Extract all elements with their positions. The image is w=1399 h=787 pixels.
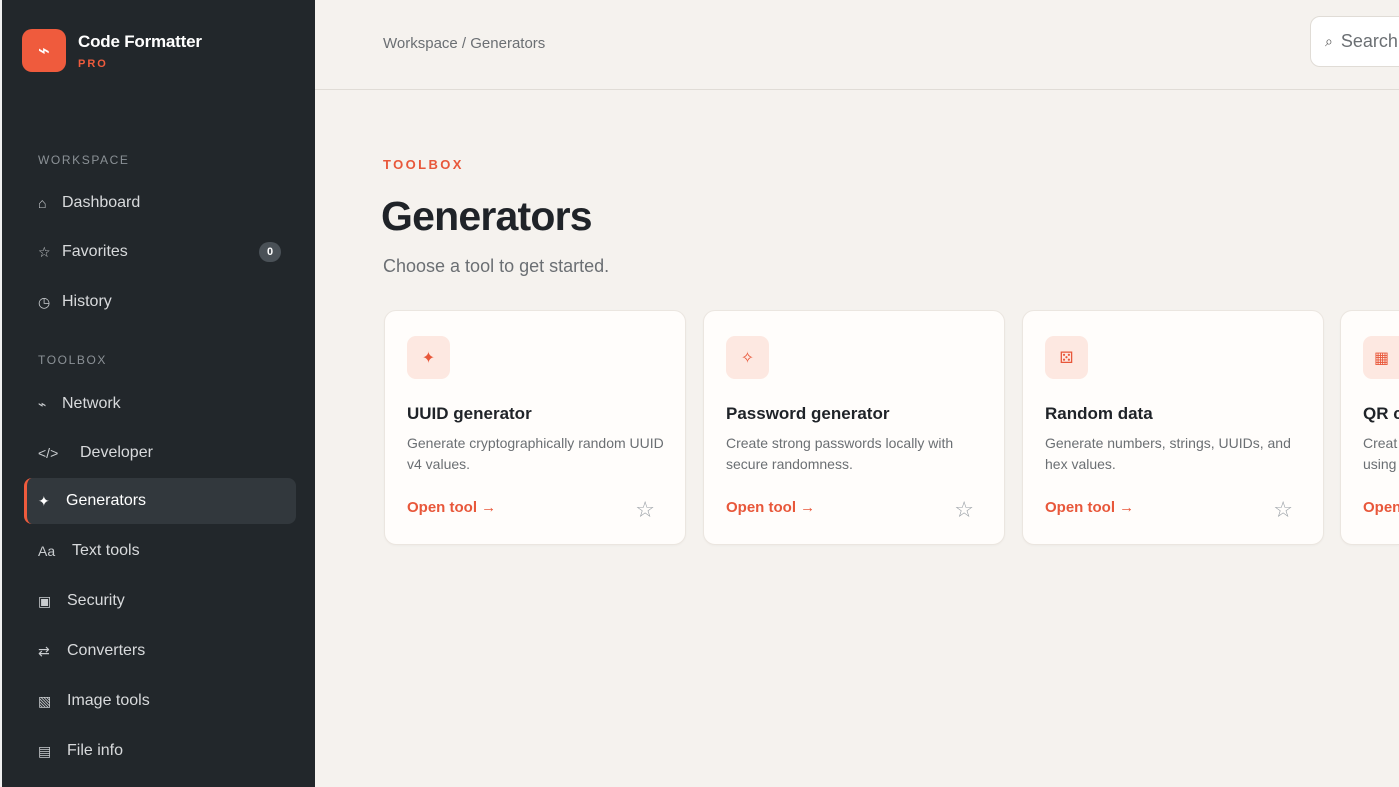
sidebar-item-label: History xyxy=(62,293,112,310)
favorite-star-icon[interactable]: ☆ xyxy=(1273,497,1293,523)
sidebar-item-label: Dashboard xyxy=(62,194,141,211)
text-icon: Aa xyxy=(38,543,56,559)
swap-icon: ⇄ xyxy=(38,642,50,659)
sidebar-item-security[interactable]: ▣ Security xyxy=(24,578,296,624)
search-icon: ⌕ xyxy=(1325,33,1333,49)
page-title: Generators xyxy=(381,193,593,239)
sidebar-item-network[interactable]: ⌁ Network xyxy=(24,381,296,427)
key-sparkle-icon: ✧ xyxy=(726,336,769,379)
favorite-star-icon[interactable]: ☆ xyxy=(954,497,974,523)
breadcrumb: Workspace / Generators xyxy=(383,35,546,52)
sidebar-item-label: Network xyxy=(62,395,121,412)
sparkle-icon: ✦ xyxy=(407,336,450,379)
shield-icon: ▣ xyxy=(38,592,52,609)
code-icon: </> xyxy=(38,445,59,461)
card-description: Create strong passwords locally with sec… xyxy=(726,435,954,472)
sidebar-item-label: File info xyxy=(67,742,124,759)
topbar: Workspace / Generators ⌕ Search xyxy=(315,0,1399,90)
sidebar-item-label: Image tools xyxy=(67,692,150,709)
tool-card-uuid-generator[interactable]: ✦ UUID generator Generate cryptographica… xyxy=(384,310,686,545)
sidebar-item-label: Converters xyxy=(67,642,146,659)
card-description: Creat using xyxy=(1363,435,1398,472)
open-tool-link[interactable]: Open xyxy=(1363,499,1399,516)
search-input[interactable]: ⌕ Search xyxy=(1310,16,1399,67)
open-tool-link[interactable]: Open tool → xyxy=(726,499,815,516)
tool-card-qr-code[interactable]: ▦ QR c Creat using Open xyxy=(1340,310,1399,545)
card-description: Generate cryptographically random UUID v… xyxy=(407,435,664,472)
image-icon: ▧ xyxy=(38,692,52,709)
card-title: UUID generator xyxy=(407,404,532,423)
sidebar-item-developer[interactable]: </> Developer xyxy=(24,430,296,476)
qr-code-icon: ▦ xyxy=(1363,336,1399,379)
page-subtitle: Choose a tool to get started. xyxy=(383,256,610,276)
clock-icon: ◷ xyxy=(38,293,51,310)
file-icon: ▤ xyxy=(38,742,52,759)
search-placeholder: Search xyxy=(1340,31,1398,51)
sidebar-item-label: Developer xyxy=(80,444,153,461)
lightning-logo-icon: ⌁ xyxy=(22,29,66,72)
sidebar-item-label: Text tools xyxy=(72,542,140,559)
sidebar-item-image-tools[interactable]: ▧ Image tools xyxy=(24,678,296,724)
card-title: Password generator xyxy=(726,404,890,423)
sidebar-item-generators[interactable]: ✦ Generators xyxy=(24,478,296,524)
sidebar-item-dashboard[interactable]: ⌂ Dashboard xyxy=(24,180,296,226)
dice-icon: ⚄ xyxy=(1045,336,1088,379)
network-icon: ⌁ xyxy=(38,395,47,412)
sidebar-item-history[interactable]: ◷ History xyxy=(24,279,296,325)
tool-card-password-generator[interactable]: ✧ Password generator Create strong passw… xyxy=(703,310,1005,545)
sparkle-icon: ✦ xyxy=(38,492,50,509)
brand[interactable]: ⌁ Code Formatter PRO xyxy=(22,29,202,72)
brand-tier: PRO xyxy=(78,57,108,70)
sidebar-item-favorites[interactable]: ☆ Favorites 0 xyxy=(24,229,296,275)
card-title: Random data xyxy=(1045,404,1153,423)
open-tool-link[interactable]: Open tool → xyxy=(1045,499,1134,516)
sidebar-item-label: Generators xyxy=(66,492,147,509)
card-description: Generate numbers, strings, UUIDs, and he… xyxy=(1045,435,1291,472)
section-eyebrow: TOOLBOX xyxy=(383,157,464,172)
sidebar: ⌁ Code Formatter PRO WORKSPACE ⌂ Dashboa… xyxy=(0,0,315,787)
section-label-toolbox: TOOLBOX xyxy=(38,353,107,367)
star-icon: ☆ xyxy=(38,243,51,260)
sidebar-item-label: Favorites xyxy=(62,243,128,260)
favorites-count-badge: 0 xyxy=(259,242,281,262)
card-title: QR c xyxy=(1363,404,1399,423)
sidebar-item-label: Security xyxy=(67,592,125,609)
sidebar-item-file-info[interactable]: ▤ File info xyxy=(24,728,296,774)
sidebar-item-text-tools[interactable]: Aa Text tools xyxy=(24,528,296,574)
home-icon: ⌂ xyxy=(38,195,47,211)
tool-card-random-data[interactable]: ⚄ Random data Generate numbers, strings,… xyxy=(1022,310,1324,545)
section-label-workspace: WORKSPACE xyxy=(38,153,130,167)
open-tool-link[interactable]: Open tool → xyxy=(407,499,496,516)
favorite-star-icon[interactable]: ☆ xyxy=(635,497,655,523)
brand-name: Code Formatter xyxy=(78,31,202,51)
sidebar-item-converters[interactable]: ⇄ Converters xyxy=(24,628,296,674)
brand-text: Code Formatter PRO xyxy=(78,32,202,70)
